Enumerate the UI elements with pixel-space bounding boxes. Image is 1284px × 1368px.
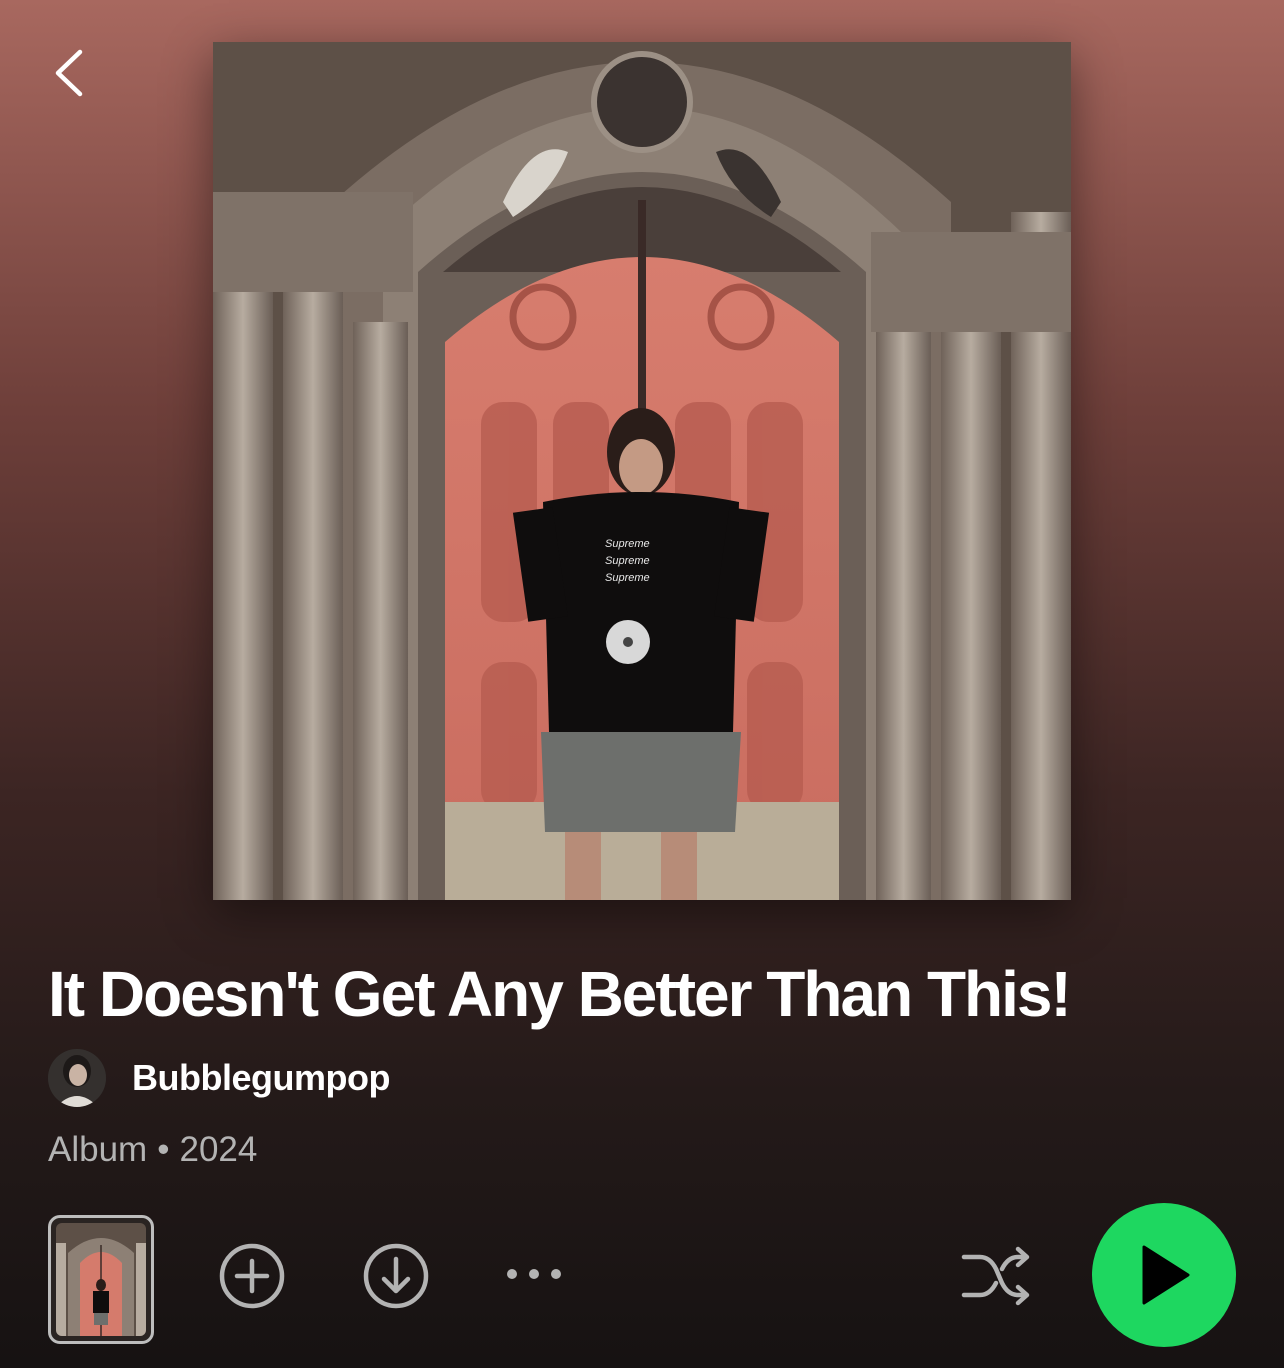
play-icon <box>1142 1245 1190 1305</box>
artist-name[interactable]: Bubblegumpop <box>132 1057 390 1099</box>
album-title: It Doesn't Get Any Better Than This! <box>48 958 1072 1030</box>
back-button[interactable] <box>46 46 96 100</box>
more-options-button[interactable] <box>500 1256 566 1292</box>
play-button[interactable] <box>1092 1203 1236 1347</box>
artist-row[interactable]: Bubblegumpop <box>48 1048 390 1108</box>
artist-avatar[interactable] <box>48 1049 106 1107</box>
plus-circle-icon <box>219 1243 285 1309</box>
meta-separator: • <box>157 1130 170 1169</box>
album-cover: Supreme Supreme Supreme <box>213 42 1071 900</box>
album-preview-button[interactable] <box>48 1215 154 1344</box>
shuffle-button[interactable] <box>958 1241 1034 1311</box>
download-button[interactable] <box>361 1241 431 1311</box>
album-year: 2024 <box>179 1130 258 1169</box>
more-horizontal-icon <box>507 1269 561 1279</box>
svg-text:Supreme: Supreme <box>605 538 650 550</box>
add-to-library-button[interactable] <box>217 1241 287 1311</box>
download-circle-icon <box>363 1243 429 1309</box>
svg-text:Supreme: Supreme <box>605 555 650 567</box>
svg-text:Supreme: Supreme <box>605 572 650 584</box>
shuffle-icon <box>961 1246 1030 1306</box>
album-meta: Album • 2024 <box>48 1130 257 1170</box>
chevron-left-icon <box>55 49 83 97</box>
album-type: Album <box>48 1130 148 1169</box>
album-thumbnail <box>56 1223 146 1336</box>
